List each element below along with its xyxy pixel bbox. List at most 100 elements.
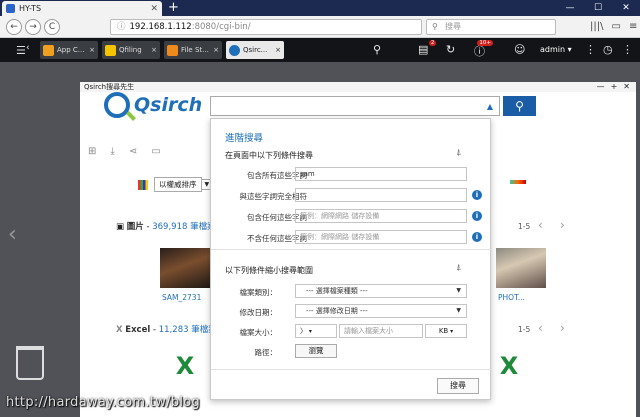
search-submit-button[interactable]: 搜尋	[437, 378, 479, 394]
info-icon[interactable]: i	[472, 232, 482, 242]
browser-tab[interactable]: HY-TS ✕	[2, 1, 162, 16]
close-tab-icon[interactable]: ✕	[150, 4, 158, 14]
qsirch-minimize-button[interactable]: —	[597, 82, 605, 92]
file-station-icon	[167, 44, 178, 56]
advanced-search-toggle[interactable]: ▲	[487, 102, 493, 111]
file-name[interactable]: SAM_2731	[162, 293, 201, 302]
qts-top-bar: ☰ ‹ App C... × Qfiling × File St... × Qs…	[0, 38, 640, 62]
images-next-icon[interactable]: ›	[560, 218, 565, 232]
back-icon[interactable]: ←	[6, 19, 22, 35]
clear-filters-icon[interactable]: ⍋	[456, 263, 461, 273]
notification-icon[interactable]: ⓘ 10+	[474, 40, 493, 59]
close-app-tab-icon[interactable]: ×	[151, 46, 157, 54]
user-icon: ☺	[514, 43, 526, 56]
browser-search-box[interactable]: ⚲ 搜尋	[426, 19, 556, 35]
info-icon[interactable]: i	[472, 190, 482, 200]
url-host: 192.168.1.112	[129, 22, 192, 32]
library-icon[interactable]: |||\	[590, 21, 603, 32]
user-menu[interactable]: admin ▾	[540, 45, 572, 54]
panel-footer: 搜尋	[211, 369, 492, 401]
folder-icon[interactable]: ▭	[151, 146, 160, 157]
main-menu-icon[interactable]: ☰	[16, 44, 26, 57]
image-thumbnail[interactable]	[496, 248, 546, 288]
info-icon[interactable]: i	[472, 211, 482, 221]
maximize-button[interactable]: ☐	[584, 0, 612, 16]
images-prev-icon[interactable]: ‹	[538, 218, 543, 232]
search-icon[interactable]: ⚲	[373, 43, 381, 56]
browser-window-controls: — ☐ ✕	[556, 0, 640, 16]
excel-file-icon[interactable]: X	[160, 345, 210, 387]
image-thumbnail[interactable]	[160, 248, 210, 288]
excel-prev-icon[interactable]: ‹	[538, 321, 543, 335]
qsirch-search-input[interactable]: ▲	[210, 96, 500, 116]
url-bar[interactable]: ⓘ 192.168.1.112:8080/cgi-bin/	[110, 19, 422, 35]
color-filter-strip[interactable]	[510, 180, 526, 184]
size-operator-value: 〉	[300, 327, 307, 335]
file-size-label: 檔案大小：	[239, 328, 278, 337]
modified-date-select[interactable]: --- 選擇修改日期 --- ▼	[295, 304, 467, 318]
app-tab-file-station[interactable]: File St... ×	[164, 41, 222, 59]
sort-control[interactable]: 以權威排序 ▼	[138, 177, 214, 192]
qsirch-icon	[229, 44, 240, 56]
size-unit-select[interactable]: KB ▾	[425, 324, 467, 338]
file-size-input[interactable]: 請輸入檔案大小	[339, 324, 423, 338]
sidebar-icon[interactable]: ▭	[611, 21, 620, 32]
background-tasks-icon[interactable]: ↻	[446, 43, 455, 56]
qsirch-logo-text: Qsirch	[134, 94, 203, 116]
select-all-icon[interactable]: ⊞	[88, 146, 96, 157]
app-tab-label: File St...	[181, 46, 209, 54]
qsirch-logo: Qsirch	[100, 90, 210, 122]
qsirch-maximize-button[interactable]: +	[611, 82, 618, 92]
file-type-select[interactable]: --- 選擇檔案種類 --- ▼	[295, 284, 467, 298]
close-app-tab-icon[interactable]: ×	[213, 46, 219, 54]
qsirch-search-button[interactable]: ⚲	[503, 96, 536, 116]
menu-icon[interactable]: ≡	[629, 21, 637, 32]
options-icon[interactable]: ⋮	[622, 43, 633, 56]
images-category-header: ▣ 圖片 - 369,918 筆檔案	[116, 222, 216, 232]
excel-next-icon[interactable]: ›	[560, 321, 565, 335]
category-grid-icon[interactable]	[138, 179, 148, 190]
prev-app-icon[interactable]: ‹	[26, 43, 30, 53]
app-center-icon	[43, 44, 54, 56]
more-icon[interactable]: ⋮	[585, 43, 596, 56]
exclude-words-input[interactable]: 範例：網際網路 儲存設備	[295, 230, 467, 244]
file-type-value: --- 選擇檔案種類 ---	[306, 287, 368, 295]
all-words-input[interactable]: sam	[295, 167, 467, 181]
panel-divider	[211, 249, 492, 250]
browser-search-placeholder: 搜尋	[445, 22, 461, 31]
task-monitor-icon[interactable]: ▤ 2	[418, 40, 437, 56]
any-words-input[interactable]: 範例：網際網路 儲存設備	[295, 209, 467, 223]
app-tab-qfiling[interactable]: Qfiling ×	[102, 41, 160, 59]
search-conditions-heading: 在頁面中以下列條件搜尋	[225, 151, 313, 160]
new-tab-button[interactable]: +	[168, 0, 179, 15]
share-icon[interactable]: ⋖	[129, 146, 137, 157]
size-operator-select[interactable]: 〉 ▾	[295, 324, 337, 338]
search-icon: ⚲	[432, 22, 438, 31]
app-tab-app-center[interactable]: App C... ×	[40, 41, 98, 59]
close-app-tab-icon[interactable]: ×	[89, 46, 95, 54]
dashboard-icon[interactable]: ◷	[603, 43, 613, 56]
site-info-icon[interactable]: ⓘ	[117, 22, 126, 32]
qsirch-close-button[interactable]: ✕	[623, 82, 630, 92]
modified-date-value: --- 選擇修改日期 ---	[306, 307, 368, 315]
browser-toolbar-icons: |||\ ▭ ≡	[590, 21, 637, 32]
browser-tab-bar: HY-TS ✕ + — ☐ ✕	[0, 0, 640, 16]
file-name[interactable]: PHOT...	[498, 293, 525, 302]
category-count[interactable]: 369,918 筆檔案	[152, 222, 215, 232]
chevron-down-icon: ▼	[456, 307, 461, 314]
close-window-button[interactable]: ✕	[612, 0, 640, 16]
recycle-bin-icon[interactable]	[16, 346, 44, 380]
minimize-button[interactable]: —	[556, 0, 584, 16]
excel-category-header: X Excel - 11,283 筆檔案	[116, 325, 217, 335]
close-app-tab-icon[interactable]: ×	[275, 46, 281, 54]
clear-conditions-icon[interactable]: ⍋	[456, 148, 461, 158]
reload-icon[interactable]: C	[44, 19, 60, 35]
desktop-prev-icon[interactable]: ‹	[8, 222, 17, 247]
app-tab-qsirch[interactable]: Qsirc... ×	[226, 41, 284, 59]
category-count[interactable]: 11,283 筆檔案	[159, 325, 217, 335]
forward-icon[interactable]: →	[25, 19, 41, 35]
exact-phrase-input[interactable]	[295, 188, 467, 202]
download-icon[interactable]: ⤓	[110, 146, 114, 157]
browse-button[interactable]: 瀏覽	[295, 344, 337, 358]
sort-select[interactable]: 以權威排序	[154, 177, 202, 192]
